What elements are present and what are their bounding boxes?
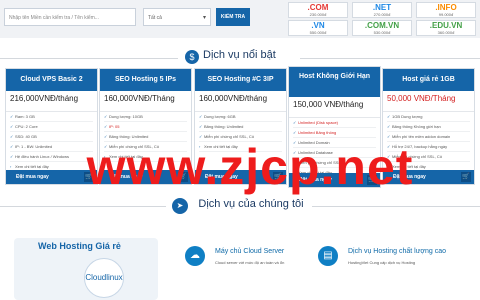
tld-vn[interactable]: .VN 550.000đ — [288, 20, 348, 36]
tld-price: 270.000đ — [373, 12, 391, 17]
service-desc: HostingViet Cung cấp dịch vụ Hosting — [348, 260, 416, 265]
tld-name: .COM — [307, 3, 329, 12]
plan-name: SEO Hosting #C 3IP — [195, 69, 286, 91]
feature-item: ✓ Dung lượng: 10GB — [104, 112, 187, 122]
service-title: Máy chủ Cloud Server — [215, 248, 285, 255]
feature-item: ✓ Dung lượng: 6GB — [199, 112, 282, 122]
feature-item: ✓ Băng thông: Unlimited — [199, 122, 282, 132]
dollar-icon: $ — [185, 50, 199, 64]
tld-name: .NET — [372, 3, 392, 12]
domain-search-input[interactable]: Nhập tên Miền cần kiểm tra / Tên kiểm... — [4, 8, 136, 26]
web-hosting-banner[interactable]: Web Hosting Giá rẻ Cloudlinux — [14, 238, 158, 300]
divider — [0, 206, 166, 207]
tld-price: 530.000đ — [373, 30, 391, 35]
tld-price: 550.000đ — [309, 30, 327, 35]
service-title: Dịch vụ Hosting chất lượng cao — [348, 248, 446, 255]
cloud-icon: ☁ — [185, 246, 205, 266]
feature-item: ✓ IP: 05 — [104, 122, 187, 132]
plan-price: 50,000 VNĐ/Tháng — [383, 91, 474, 112]
watermark: www.zjcp.net — [86, 139, 414, 195]
section-title: Dịch vụ của chúng tôi — [198, 198, 304, 210]
banner-title: Web Hosting Giá rẻ — [38, 241, 121, 251]
plan-price: 150,000 VNĐ/tháng — [289, 97, 380, 118]
feature-item: ✓ Unlimited (Disk space) — [293, 118, 376, 128]
plan-price: 160,000VNĐ/Tháng — [100, 91, 191, 112]
domain-type-select[interactable]: Tất cả ▾ — [143, 8, 211, 26]
section-title: Dịch vụ nổi bật — [203, 49, 276, 61]
tld-name: .EDU.VN — [429, 21, 463, 30]
cloudlinux-logo: Cloudlinux — [84, 258, 124, 298]
tld-price-grid: .COM 230.000đ .NET 270.000đ .INFO 99.000… — [288, 2, 478, 36]
feature-item: ✓ Unlimited Băng thông — [293, 128, 376, 138]
tld-name: .COM.VN — [364, 21, 400, 30]
tld-price: 99.000đ — [438, 12, 454, 17]
domain-type-value: Tất cả — [148, 15, 162, 21]
service-cloud-server[interactable]: ☁ Máy chủ Cloud Server Cloud server với … — [185, 246, 325, 296]
check-domain-button[interactable]: KIỂM TRA — [216, 8, 250, 26]
plan-name: Host Không Giới Hạn — [289, 67, 380, 97]
feature-item: ✓ SSD: 40 GB — [10, 132, 93, 142]
feature-item: ✓ CPU: 2 Core — [10, 122, 93, 132]
tld-edu-vn[interactable]: .EDU.VN 360.000đ — [416, 20, 476, 36]
feature-item: ✓ Ram: 3 GB — [10, 112, 93, 122]
plan-name: Host giá rẻ 1GB — [383, 69, 474, 91]
plan-price: 160,000VNĐ/tháng — [195, 91, 286, 112]
plan-name: Cloud VPS Basic 2 — [6, 69, 97, 91]
our-services-section: ➤ Dịch vụ của chúng tôi Web Hosting Giá … — [0, 196, 480, 300]
domain-search-bar: Nhập tên Miền cần kiểm tra / Tên kiểm...… — [0, 0, 480, 38]
tld-info[interactable]: .INFO 99.000đ — [416, 2, 476, 18]
service-desc: Cloud server với mức độ an toàn và ổn — [215, 260, 285, 265]
chevron-down-icon: ▾ — [202, 15, 206, 21]
divider — [312, 206, 480, 207]
feature-item: ✓ Băng thông Không giới hạn — [387, 122, 470, 132]
tld-net[interactable]: .NET 270.000đ — [352, 2, 412, 18]
featured-services-heading: $ Dịch vụ nổi bật — [0, 44, 480, 70]
feature-item: ✓ 1GB Dung lượng — [387, 112, 470, 122]
divider — [0, 58, 178, 59]
tld-com[interactable]: .COM 230.000đ — [288, 2, 348, 18]
service-quality-hosting[interactable]: ▤ Dịch vụ Hosting chất lượng cao Hosting… — [318, 246, 458, 296]
server-icon: ▤ — [318, 246, 338, 266]
divider — [300, 58, 480, 59]
plan-name: SEO Hosting 5 IPs — [100, 69, 191, 91]
tld-name: .VN — [311, 21, 325, 30]
tld-name: .INFO — [435, 3, 457, 12]
paper-plane-icon: ➤ — [172, 198, 188, 214]
tld-price: 360.000đ — [437, 30, 455, 35]
tld-com-vn[interactable]: .COM.VN 530.000đ — [352, 20, 412, 36]
tld-price: 230.000đ — [309, 12, 327, 17]
plan-price: 216,000VNĐ/tháng — [6, 91, 97, 112]
